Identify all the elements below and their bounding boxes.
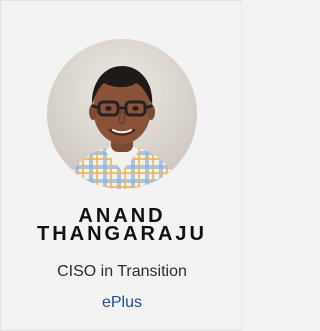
avatar-photo	[47, 39, 197, 189]
avatar	[47, 39, 197, 189]
company-link[interactable]: ePlus	[1, 293, 243, 313]
speaker-name-last: THANGARAJU	[37, 223, 207, 245]
speaker-card: ANAND THANGARAJU CISO in Transition ePlu…	[0, 0, 242, 331]
speaker-name: ANAND THANGARAJU	[1, 206, 243, 245]
speaker-title: CISO in Transition	[57, 263, 187, 280]
